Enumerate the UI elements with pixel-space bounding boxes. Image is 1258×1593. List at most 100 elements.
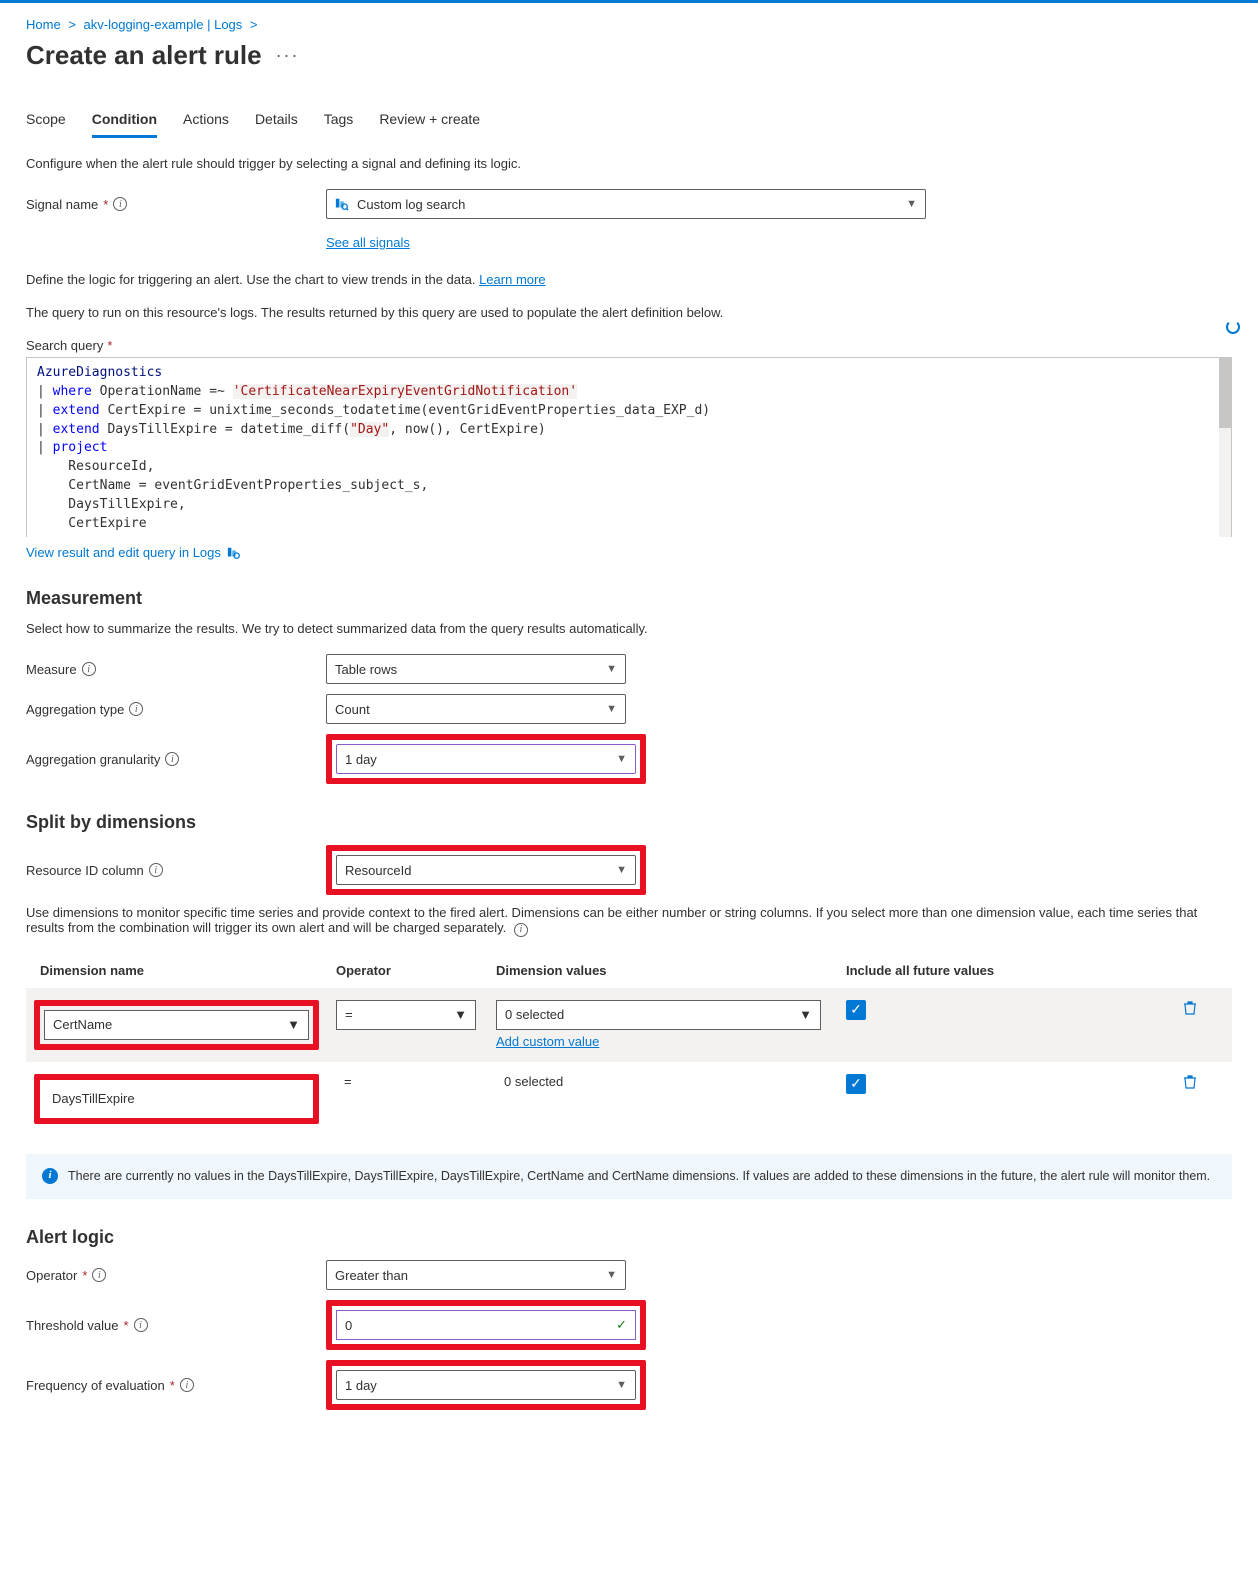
agg-gran-value: 1 day	[345, 752, 377, 767]
info-icon: i	[42, 1168, 58, 1184]
info-icon[interactable]: i	[129, 702, 143, 716]
frequency-select[interactable]: 1 day ▼	[336, 1370, 636, 1400]
resource-col-value: ResourceId	[345, 863, 411, 878]
alert-logic-title: Alert logic	[26, 1227, 1232, 1248]
tab-condition[interactable]: Condition	[92, 111, 157, 138]
agg-type-label: Aggregation type	[26, 702, 124, 717]
search-query-label: Search query	[26, 338, 103, 353]
chevron-down-icon: ▼	[606, 703, 617, 715]
frequency-value: 1 day	[345, 1378, 377, 1393]
add-custom-value-link[interactable]: Add custom value	[496, 1034, 599, 1049]
dimension-op-select[interactable]: = ▼	[336, 1000, 476, 1030]
chevron-down-icon: ▼	[606, 1269, 617, 1281]
scrollbar-thumb[interactable]	[1219, 358, 1231, 428]
see-all-signals-link[interactable]: See all signals	[326, 235, 410, 250]
breadcrumb-home[interactable]: Home	[26, 17, 61, 32]
threshold-input[interactable]: 0 ✓	[336, 1310, 636, 1340]
highlight-annotation: ResourceId ▼	[326, 845, 646, 895]
required-icon: *	[170, 1378, 175, 1393]
dimension-val-select[interactable]: 0 selected ▼	[496, 1000, 821, 1030]
info-icon[interactable]: i	[149, 863, 163, 877]
measure-select[interactable]: Table rows ▼	[326, 654, 626, 684]
measurement-desc: Select how to summarize the results. We …	[26, 621, 1232, 636]
chevron-down-icon: ▼	[287, 1017, 300, 1032]
chevron-down-icon: ▼	[616, 864, 627, 876]
chevron-down-icon: ▼	[616, 1379, 627, 1391]
dimension-row: CertName ▼ = ▼ 0 selected ▼ Add custom v…	[26, 988, 1232, 1062]
delete-icon[interactable]	[1182, 1074, 1198, 1090]
resource-col-label: Resource ID column	[26, 863, 144, 878]
agg-type-select[interactable]: Count ▼	[326, 694, 626, 724]
highlight-annotation: 1 day ▼	[326, 734, 646, 784]
required-icon: *	[124, 1318, 129, 1333]
split-title: Split by dimensions	[26, 812, 1232, 833]
info-icon[interactable]: i	[134, 1318, 148, 1332]
breadcrumb: Home > akv-logging-example | Logs >	[26, 17, 1232, 32]
view-result-link[interactable]: View result and edit query in Logs	[26, 545, 221, 560]
breadcrumb-resource[interactable]: akv-logging-example | Logs	[84, 17, 243, 32]
logs-icon	[227, 546, 241, 560]
dim-header-val: Dimension values	[496, 963, 846, 978]
measure-value: Table rows	[335, 662, 397, 677]
split-desc: Use dimensions to monitor specific time …	[26, 905, 1232, 937]
info-icon[interactable]: i	[514, 923, 528, 937]
operator-label: Operator	[26, 1268, 77, 1283]
dimension-name-value: CertName	[53, 1017, 112, 1032]
tab-details[interactable]: Details	[255, 111, 298, 138]
learn-more-link[interactable]: Learn more	[479, 272, 545, 287]
info-icon[interactable]: i	[92, 1268, 106, 1282]
measure-label: Measure	[26, 662, 77, 677]
dim-header-name: Dimension name	[26, 963, 336, 978]
chevron-right-icon: >	[68, 17, 76, 32]
required-icon: *	[103, 197, 108, 212]
operator-value: Greater than	[335, 1268, 408, 1283]
dimension-op-value: =	[344, 1074, 352, 1089]
dimension-name-select[interactable]: DaysTillExpire	[44, 1084, 309, 1114]
include-future-checkbox[interactable]: ✓	[846, 1000, 866, 1020]
agg-type-value: Count	[335, 702, 370, 717]
search-query-editor[interactable]: AzureDiagnostics| where OperationName =~…	[26, 357, 1232, 537]
resource-col-select[interactable]: ResourceId ▼	[336, 855, 636, 885]
tabs: Scope Condition Actions Details Tags Rev…	[26, 111, 1232, 138]
measurement-title: Measurement	[26, 588, 1232, 609]
dimension-name-value: DaysTillExpire	[52, 1091, 135, 1106]
tab-review[interactable]: Review + create	[379, 111, 480, 138]
chevron-down-icon: ▼	[906, 198, 917, 210]
info-icon[interactable]: i	[113, 197, 127, 211]
define-logic-text: Define the logic for triggering an alert…	[26, 272, 1232, 287]
highlight-annotation: 0 ✓	[326, 1300, 646, 1350]
highlight-annotation: 1 day ▼	[326, 1360, 646, 1410]
tab-scope[interactable]: Scope	[26, 111, 66, 138]
threshold-label: Threshold value	[26, 1318, 119, 1333]
highlight-annotation: DaysTillExpire	[34, 1074, 319, 1124]
tab-actions[interactable]: Actions	[183, 111, 229, 138]
dimension-val-value: 0 selected	[504, 1074, 563, 1089]
highlight-annotation: CertName ▼	[34, 1000, 319, 1050]
signal-name-select[interactable]: Custom log search ▼	[326, 189, 926, 219]
operator-select[interactable]: Greater than ▼	[326, 1260, 626, 1290]
dimension-name-select[interactable]: CertName ▼	[44, 1010, 309, 1040]
dimension-row: DaysTillExpire = 0 selected ✓	[26, 1062, 1232, 1136]
info-banner: i There are currently no values in the D…	[26, 1154, 1232, 1200]
include-future-checkbox[interactable]: ✓	[846, 1074, 866, 1094]
chevron-down-icon: ▼	[799, 1007, 812, 1022]
dimension-val-value: 0 selected	[505, 1007, 564, 1022]
frequency-label: Frequency of evaluation	[26, 1378, 165, 1393]
more-actions-icon[interactable]: ···	[276, 45, 300, 66]
log-search-icon	[335, 197, 349, 211]
chevron-down-icon: ▼	[616, 753, 627, 765]
chevron-down-icon: ▼	[454, 1007, 467, 1022]
tab-tags[interactable]: Tags	[324, 111, 354, 138]
agg-gran-select[interactable]: 1 day ▼	[336, 744, 636, 774]
signal-name-label: Signal name	[26, 197, 98, 212]
check-icon: ✓	[616, 1317, 627, 1333]
page-title: Create an alert rule	[26, 40, 262, 71]
info-icon[interactable]: i	[165, 752, 179, 766]
delete-icon[interactable]	[1182, 1000, 1198, 1016]
info-icon[interactable]: i	[180, 1378, 194, 1392]
required-icon: *	[82, 1268, 87, 1283]
loading-spinner-icon	[1226, 320, 1240, 334]
dim-header-op: Operator	[336, 963, 496, 978]
info-icon[interactable]: i	[82, 662, 96, 676]
dimensions-header-row: Dimension name Operator Dimension values…	[26, 955, 1232, 988]
